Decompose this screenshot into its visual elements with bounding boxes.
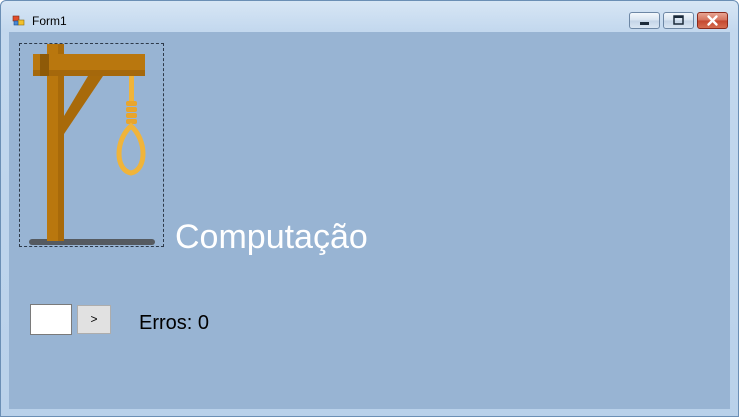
minimize-icon — [640, 22, 649, 25]
errors-count: 0 — [197, 312, 210, 334]
title-bar[interactable]: Form1 — [1, 1, 738, 32]
gallows-picture-box — [19, 43, 164, 247]
guess-button[interactable]: > — [77, 305, 111, 334]
window-title: Form1 — [32, 14, 67, 28]
form-client-area: Computação > Erros: 0 — [9, 32, 730, 409]
hidden-word-label: Computação — [175, 218, 368, 256]
gallows-noose-image — [29, 44, 155, 245]
minimize-button[interactable] — [629, 12, 660, 29]
letter-input[interactable] — [30, 304, 72, 335]
maximize-icon — [673, 15, 684, 25]
form-window: Form1 Computação > Erros: 0 — [0, 0, 739, 417]
close-button[interactable] — [697, 12, 728, 29]
maximize-button[interactable] — [663, 12, 694, 29]
errors-counter: Erros: 0 — [139, 312, 209, 335]
close-icon — [707, 15, 718, 26]
errors-label: Erros: — [139, 312, 193, 334]
form-app-icon[interactable] — [12, 14, 26, 26]
